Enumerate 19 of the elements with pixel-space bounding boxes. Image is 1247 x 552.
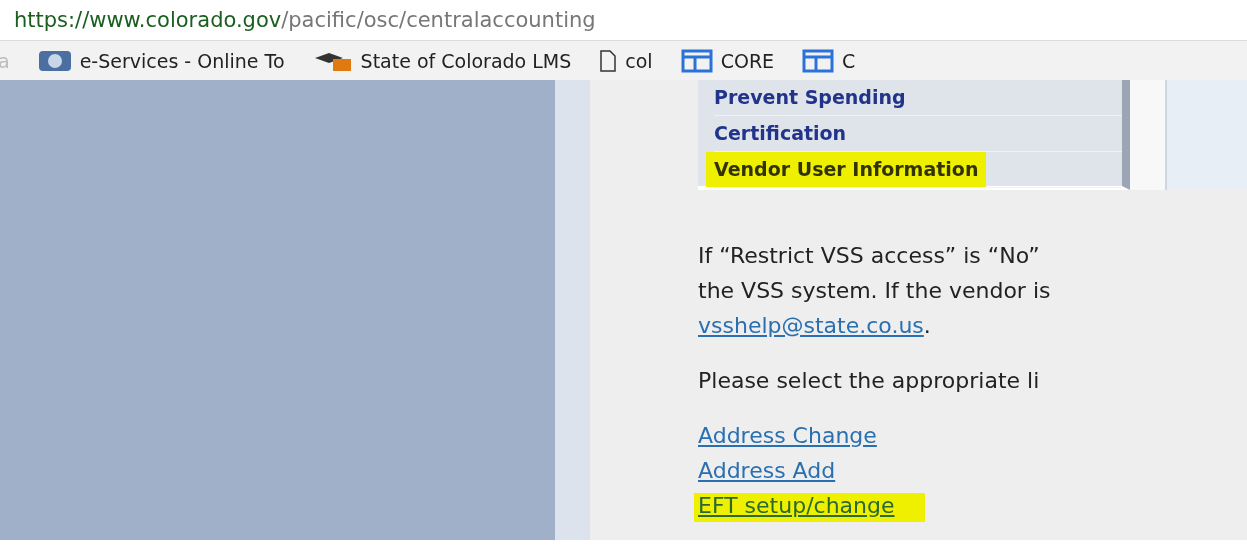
- bookmark[interactable]: col: [599, 49, 653, 72]
- option-link[interactable]: Address Add: [698, 458, 836, 483]
- option-link[interactable]: Address Change: [698, 423, 877, 448]
- table-icon: [680, 48, 713, 73]
- paragraph: If “Restrict VSS access” is “No” the VSS system. If the vendor is vsshelp@state.co.us.: [698, 242, 1052, 340]
- bookmark[interactable]: CORE: [680, 48, 775, 73]
- menu-item[interactable]: Vendor User Information: [706, 152, 987, 187]
- option-link[interactable]: EFT setup/change: [694, 493, 925, 522]
- email-link[interactable]: vsshelp@state.co.us: [698, 313, 924, 338]
- table-icon: [802, 48, 835, 73]
- bookmark[interactable]: e-Services - Online To: [37, 49, 285, 72]
- seal-icon: [37, 49, 72, 72]
- menu-item[interactable]: Prevent Spending: [706, 80, 914, 115]
- instruction-text: Please select the appropriate li: [698, 367, 1041, 395]
- menu-item[interactable]: Certification: [706, 116, 855, 151]
- bookmark[interactable]: State of Colorado LMS: [312, 49, 572, 72]
- page-icon: [599, 49, 618, 72]
- address-bar[interactable]: https://www.colorado.gov/pacific/osc/centralaccounting: [0, 0, 1247, 40]
- bookmark[interactable]: C: [802, 48, 856, 73]
